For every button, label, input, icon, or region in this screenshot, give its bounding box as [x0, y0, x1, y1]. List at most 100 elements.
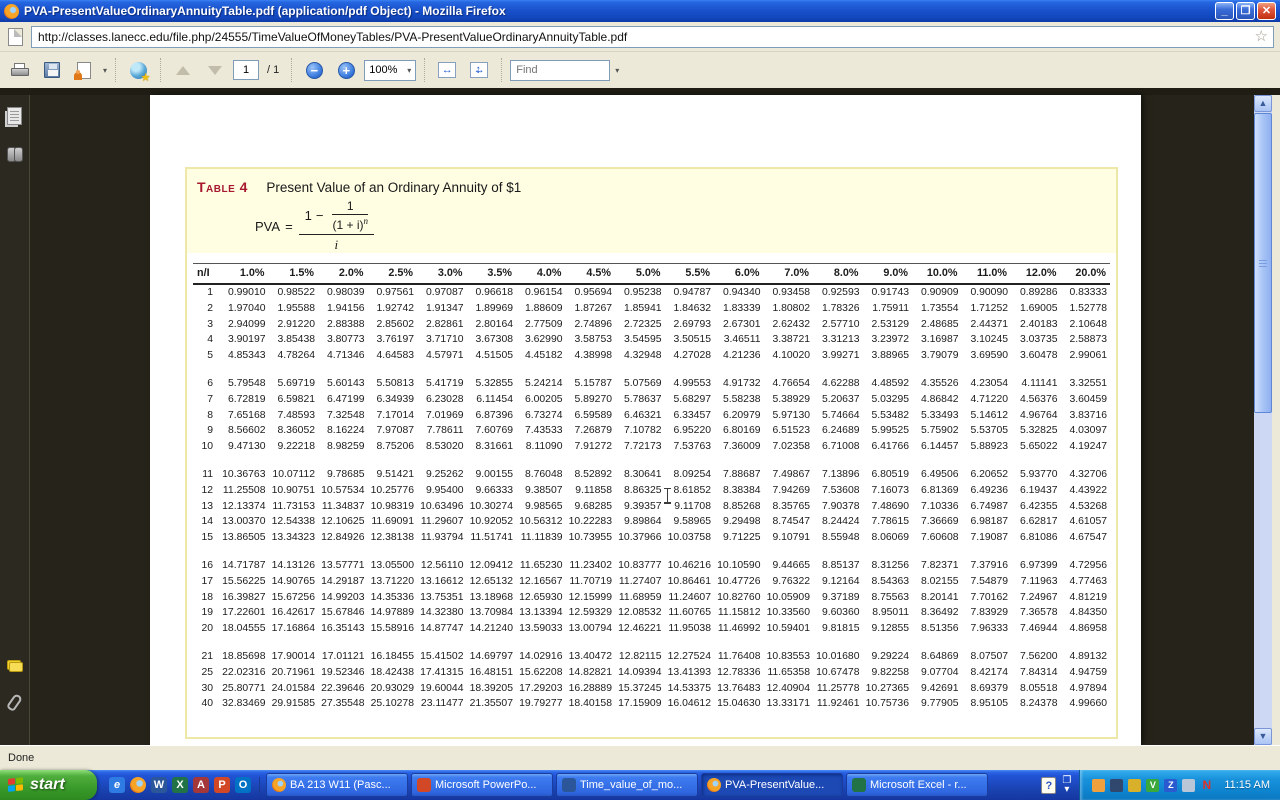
factor-cell: 15.56225	[219, 574, 269, 590]
find-dropdown-caret[interactable]: ▾	[615, 66, 619, 75]
factor-cell: 16.48151	[467, 665, 517, 681]
table-row: 2118.8569817.9001417.0112116.1845515.415…	[193, 649, 1110, 665]
factor-cell: 5.89270	[566, 392, 616, 408]
factor-cell: 10.86461	[665, 574, 715, 590]
scrollbar-thumb[interactable]	[1254, 113, 1272, 413]
factor-cell: 6.33457	[665, 408, 715, 424]
powerpoint-icon[interactable]: P	[214, 777, 230, 793]
factor-cell: 3.62990	[516, 332, 566, 348]
factor-cell: 3.50515	[665, 332, 715, 348]
fit-width-button[interactable]: ↔	[433, 56, 461, 84]
web-button[interactable]	[124, 56, 152, 84]
factor-cell: 7.97087	[368, 423, 418, 439]
factor-cell: 9.89864	[615, 514, 665, 530]
factor-cell: 14.02916	[516, 649, 566, 665]
factor-cell: 4.62288	[813, 376, 863, 392]
factor-cell: 9.12164	[813, 574, 863, 590]
period-cell: 11	[193, 467, 219, 483]
factor-cell: 19.60044	[417, 681, 467, 697]
print-button[interactable]	[6, 56, 34, 84]
attachments-panel-button[interactable]	[10, 694, 19, 711]
pages-panel-button[interactable]	[7, 107, 22, 125]
update-icon[interactable]	[1092, 779, 1105, 792]
scroll-down-button[interactable]: ▼	[1254, 728, 1272, 745]
start-label: start	[30, 776, 65, 794]
firefox-icon[interactable]	[130, 777, 146, 793]
factor-cell: 12.16567	[516, 574, 566, 590]
factor-cell: 9.12855	[863, 621, 913, 637]
taskbar-task-button[interactable]: BA 213 W11 (Pasc...	[266, 773, 408, 797]
table-row: 1312.1337411.7315311.3483710.9831910.634…	[193, 499, 1110, 515]
excel-icon[interactable]: X	[172, 777, 188, 793]
factor-cell: 4.76654	[764, 376, 814, 392]
table-row: 10.990100.985220.980390.975610.970870.96…	[193, 284, 1110, 301]
factor-cell: 9.29224	[863, 649, 913, 665]
factor-cell: 10.05909	[764, 590, 814, 606]
factor-cell: 11.70719	[566, 574, 616, 590]
factor-cell: 0.96154	[516, 284, 566, 301]
window-overflow-icon[interactable]: ❐ ▾	[1062, 776, 1071, 794]
factor-cell: 15.67256	[269, 590, 319, 606]
security-center-icon[interactable]	[1128, 779, 1141, 792]
antivirus-icon[interactable]: V	[1146, 779, 1159, 792]
next-page-button[interactable]	[201, 56, 229, 84]
previous-page-button[interactable]	[169, 56, 197, 84]
factor-cell: 8.09254	[665, 467, 715, 483]
word-icon[interactable]: W	[151, 777, 167, 793]
novell-icon[interactable]: N	[1200, 779, 1213, 792]
factor-cell: 2.74896	[566, 317, 616, 333]
factor-cell: 10.10590	[714, 558, 764, 574]
annuity-table-panel: Table 4 Present Value of an Ordinary Ann…	[185, 167, 1118, 739]
factor-cell: 4.35526	[912, 376, 962, 392]
factor-cell: 3.80773	[318, 332, 368, 348]
period-cell: 15	[193, 530, 219, 546]
start-button[interactable]: start	[0, 770, 97, 800]
factor-cell: 3.67308	[467, 332, 517, 348]
save-button[interactable]	[38, 56, 66, 84]
factor-cell: 9.38507	[516, 483, 566, 499]
fit-page-button[interactable]: ↔↔	[465, 56, 493, 84]
factor-cell: 2.53129	[863, 317, 913, 333]
factor-cell: 10.59401	[764, 621, 814, 637]
network-shield-icon[interactable]	[1110, 779, 1123, 792]
taskbar-task-button[interactable]: PVA-PresentValue...	[701, 773, 843, 797]
ie-icon[interactable]: e	[109, 777, 125, 793]
close-button[interactable]: ✕	[1257, 2, 1276, 20]
outlook-icon[interactable]: O	[235, 777, 251, 793]
minimize-button[interactable]: _	[1215, 2, 1234, 20]
taskbar-task-button[interactable]: Microsoft PowerPo...	[411, 773, 553, 797]
factor-cell: 12.46221	[615, 621, 665, 637]
page-number-input[interactable]	[233, 60, 259, 80]
vertical-scrollbar[interactable]: ▲ ▼	[1254, 95, 1272, 745]
taskbar-task-button[interactable]: Microsoft Excel - r...	[846, 773, 988, 797]
restore-button[interactable]: ❐	[1236, 2, 1255, 20]
search-panel-button[interactable]	[7, 147, 23, 160]
url-input[interactable]	[31, 26, 1274, 48]
help-icon[interactable]: ?	[1041, 777, 1056, 794]
factor-cell: 15.37245	[615, 681, 665, 697]
volume-icon[interactable]	[1182, 779, 1195, 792]
zoom-level-select[interactable]: 100% ▾	[364, 60, 416, 81]
factor-cell: 7.36578	[1011, 605, 1061, 621]
access-icon[interactable]: A	[193, 777, 209, 793]
taskbar: start eWXAPO BA 213 W11 (Pasc...Microsof…	[0, 770, 1280, 800]
factor-cell: 3.99271	[813, 348, 863, 364]
zoom-in-button[interactable]: +	[332, 56, 360, 84]
email-dropdown-caret[interactable]: ▾	[103, 66, 107, 75]
factor-cell: 2.69793	[665, 317, 715, 333]
taskbar-task-button[interactable]: Time_value_of_mo...	[556, 773, 698, 797]
zenworks-icon[interactable]: Z	[1164, 779, 1177, 792]
factor-cell: 0.97087	[417, 284, 467, 301]
factor-cell: 3.38721	[764, 332, 814, 348]
factor-cell: 7.56200	[1011, 649, 1061, 665]
rate-column-header: 5.5%	[665, 264, 715, 285]
bookmark-star-icon[interactable]: ☆	[1255, 26, 1268, 48]
find-input[interactable]	[510, 60, 610, 81]
comments-panel-button[interactable]	[7, 660, 23, 672]
email-button[interactable]	[70, 56, 98, 84]
factor-cell: 7.53608	[813, 483, 863, 499]
scroll-up-button[interactable]: ▲	[1254, 95, 1272, 112]
factor-cell: 7.46944	[1011, 621, 1061, 637]
zoom-out-button[interactable]: −	[300, 56, 328, 84]
factor-cell: 6.51523	[764, 423, 814, 439]
